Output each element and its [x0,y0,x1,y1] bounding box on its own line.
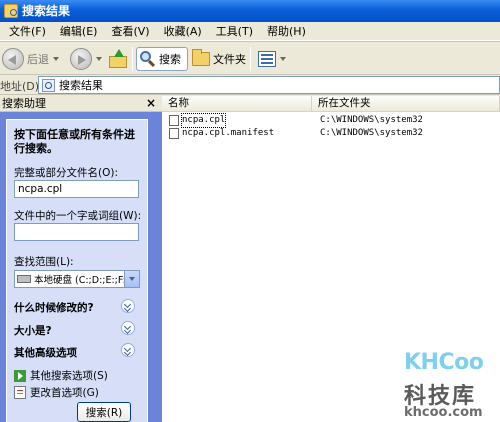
address-field[interactable]: 搜索结果 [38,76,500,94]
search-results-icon [42,78,55,92]
up-folder-icon [108,49,128,69]
preferences-icon [14,386,26,399]
toolbar-divider [132,47,133,71]
search-label: 搜索 [159,53,181,66]
change-preferences-link[interactable]: 更改首选项(G) [14,385,99,400]
word-input[interactable] [14,223,139,241]
folders-label: 文件夹 [213,53,246,66]
lookin-value: 本地硬盘 (C:;D:;E:;F: [34,275,126,286]
forward-button[interactable] [70,47,102,71]
back-label: 后退 [27,53,49,66]
search-companion-pane: 搜索助理 × 按下面任意或所有条件进行搜索。 完整或部分文件名(O): ncpa… [0,96,162,422]
search-button[interactable]: 搜索 [136,47,188,71]
hard-disk-icon [17,275,31,283]
column-name[interactable]: 名称 [162,96,312,112]
file-name: ncpa.cpl.manifest [182,128,275,138]
menu-tools[interactable]: 工具(T) [209,23,260,39]
forward-arrow-icon [70,48,92,70]
file-icon [169,128,179,139]
folders-button[interactable]: 文件夹 [192,47,246,71]
toolbar-divider [250,47,251,71]
toolbar: 后退 搜索 文件夹 [0,41,500,75]
expand-chevron-icon[interactable] [121,299,135,313]
expand-chevron-icon[interactable] [121,343,135,357]
views-button[interactable] [258,47,286,71]
menu-file[interactable]: 文件(F) [2,23,53,39]
table-row[interactable]: ncpa.cpl.manifest C:\WINDOWS\system32 [162,127,500,140]
file-folder: C:\WINDOWS\system32 [320,115,423,125]
address-value: 搜索结果 [59,79,103,92]
title-bar[interactable]: 搜索结果 [0,0,500,22]
up-folder-button[interactable] [108,47,128,71]
change-preferences-label: 更改首选项(G) [30,387,99,399]
address-bar: 地址(D) 搜索结果 [0,75,500,95]
expand-chevron-icon[interactable] [121,321,135,335]
search-form: 按下面任意或所有条件进行搜索。 完整或部分文件名(O): ncpa.cpl 文件… [6,119,148,422]
other-options-link[interactable]: 其他搜索选项(S) [14,368,108,383]
address-label: 地址(D) [0,80,40,93]
watermark: KHCoo 科技库 khcoo.com [394,350,498,420]
back-dropdown-icon[interactable] [53,57,59,61]
file-icon [169,115,179,126]
close-icon[interactable]: × [146,96,156,111]
window-title: 搜索结果 [22,4,71,18]
watermark-logo: KHCoo [404,350,484,375]
menu-favorites[interactable]: 收藏(A) [157,23,209,39]
size-section[interactable]: 大小是? [14,323,52,338]
forward-dropdown-icon[interactable] [96,57,102,61]
file-name: ncpa.cpl [180,113,227,128]
folder-icon [192,49,210,66]
search-heading: 按下面任意或所有条件进行搜索。 [14,128,135,155]
menu-edit[interactable]: 编辑(E) [53,23,105,39]
watermark-url: khcoo.com [404,405,483,420]
views-dropdown-icon[interactable] [280,57,286,61]
chevron-down-icon[interactable] [124,271,139,287]
views-icon [258,51,276,67]
back-arrow-icon [2,48,24,70]
column-folder[interactable]: 所在文件夹 [312,96,500,112]
search-submit-button[interactable]: 搜索(R) [77,402,131,422]
pane-header: 搜索助理 × [0,96,162,112]
magnifier-icon [139,50,157,68]
other-options-label: 其他搜索选项(S) [30,370,108,382]
back-button[interactable]: 后退 [2,47,59,71]
menu-help[interactable]: 帮助(H) [260,23,313,39]
green-arrow-icon [14,369,26,382]
column-header: 名称 所在文件夹 [162,96,500,112]
menu-view[interactable]: 查看(V) [104,23,156,39]
modified-section[interactable]: 什么时候修改的? [14,300,94,315]
pane-title: 搜索助理 [2,97,46,110]
table-row[interactable]: ncpa.cpl C:\WINDOWS\system32 [162,113,500,128]
advanced-section[interactable]: 其他高级选项 [14,345,77,360]
filename-input[interactable]: ncpa.cpl [14,180,139,198]
filename-label: 完整或部分文件名(O): [14,167,118,179]
word-label: 文件中的一个字或词组(W): [14,210,142,222]
lookin-label: 查找范围(L): [14,256,74,268]
search-folder-icon [4,4,18,18]
menu-bar: 文件(F) 编辑(E) 查看(V) 收藏(A) 工具(T) 帮助(H) [0,22,500,41]
file-folder: C:\WINDOWS\system32 [320,128,423,138]
lookin-select[interactable]: 本地硬盘 (C:;D:;E:;F: [14,270,140,288]
